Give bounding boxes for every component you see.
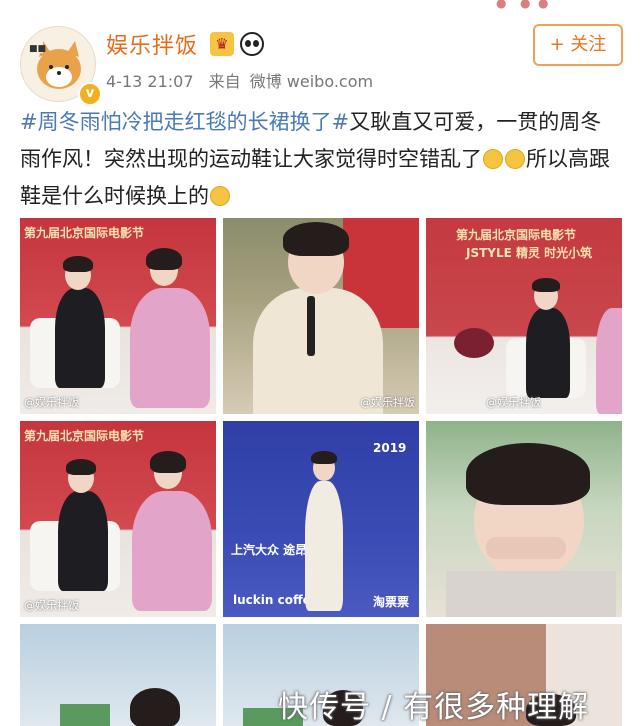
sponsor-logo: 上汽大众 途昂 — [231, 543, 308, 557]
person — [305, 481, 343, 611]
verified-badge-icon: v — [78, 82, 102, 106]
hashtag-link[interactable]: #周冬雨怕冷把走红毯的长裙换了# — [20, 110, 349, 134]
thinking-emoji-icon — [505, 149, 525, 169]
image-watermark: @娱乐拌饭 — [360, 396, 415, 409]
source-prefix: 来自 — [208, 72, 241, 91]
post-time: 4-13 21:07 — [106, 72, 194, 91]
hair — [130, 688, 180, 726]
event-logo: 2019 — [373, 441, 407, 455]
svg-text:■■: ■■ — [29, 44, 46, 54]
photo-5[interactable]: 上汽大众 途昂 2019 luckin coffee 淘票票 — [223, 421, 419, 617]
hair — [66, 459, 96, 475]
person — [596, 308, 622, 414]
photo-2[interactable]: @娱乐拌饭 — [223, 218, 419, 414]
hair — [146, 248, 182, 270]
post-source: 微博 weibo.com — [249, 72, 374, 91]
hair — [63, 256, 93, 272]
plant — [60, 704, 110, 726]
hands — [486, 537, 566, 559]
username[interactable]: 娱乐拌饭 — [106, 28, 198, 60]
follow-button[interactable]: + 关注 — [533, 24, 623, 66]
person — [132, 491, 212, 611]
hair — [466, 443, 590, 505]
emoji-icon: ● — [538, 0, 549, 10]
flowers — [454, 328, 494, 358]
footer-watermark: 快传号 / 有很多种理解 — [278, 690, 590, 725]
microphone-icon — [307, 296, 315, 356]
crown-icon: ♛ — [210, 32, 234, 56]
image-watermark: @娱乐拌饭 — [24, 396, 79, 409]
person — [526, 308, 570, 398]
photo-3[interactable]: 第九届北京国际电影节 JSTYLE 精灵 时光小筑 @娱乐拌饭 — [426, 218, 622, 414]
thinking-emoji-icon — [483, 149, 503, 169]
person — [58, 491, 108, 591]
person — [55, 288, 105, 388]
image-watermark: @娱乐拌饭 — [486, 396, 541, 409]
panda-icon — [240, 32, 264, 56]
hair — [150, 451, 186, 473]
post-header: ■■ v 娱乐拌饭 ♛ 4-13 21:07 来自 微博 weibo.com +… — [20, 22, 630, 106]
hair — [311, 451, 337, 464]
smile-emoji-icon — [210, 186, 230, 206]
event-sign: 第九届北京国际电影节 — [24, 429, 145, 443]
sponsor-logo: 淘票票 — [373, 595, 410, 609]
image-watermark: @娱乐拌饭 — [24, 599, 79, 612]
person — [130, 288, 210, 408]
emoji-icon: ● — [496, 0, 507, 10]
event-sign: 第九届北京国际电影节 — [24, 226, 145, 240]
photo-6[interactable] — [426, 421, 622, 617]
photo-1[interactable]: 第九届北京国际电影节 @娱乐拌饭 — [20, 218, 216, 414]
hair — [532, 278, 560, 292]
photo-7[interactable] — [20, 624, 216, 726]
post-meta: 4-13 21:07 来自 微博 weibo.com — [106, 68, 383, 92]
event-sign: JSTYLE 精灵 时光小筑 — [466, 246, 593, 260]
post-body: #周冬雨怕冷把走红毯的长裙换了#又耿直又可爱，一贯的周冬雨作风！突然出现的运动鞋… — [20, 104, 620, 215]
emoji-icon: ● — [520, 0, 531, 10]
clothing — [446, 571, 616, 617]
event-sign: 第九届北京国际电影节 — [456, 228, 577, 242]
image-grid: 第九届北京国际电影节 @娱乐拌饭 @娱乐拌饭 第九届北京国际电影节 JSTYLE… — [20, 218, 624, 726]
hair — [283, 222, 349, 256]
top-emoji-strip: ● ● ● — [0, 0, 640, 10]
photo-4[interactable]: 第九届北京国际电影节 @娱乐拌饭 — [20, 421, 216, 617]
